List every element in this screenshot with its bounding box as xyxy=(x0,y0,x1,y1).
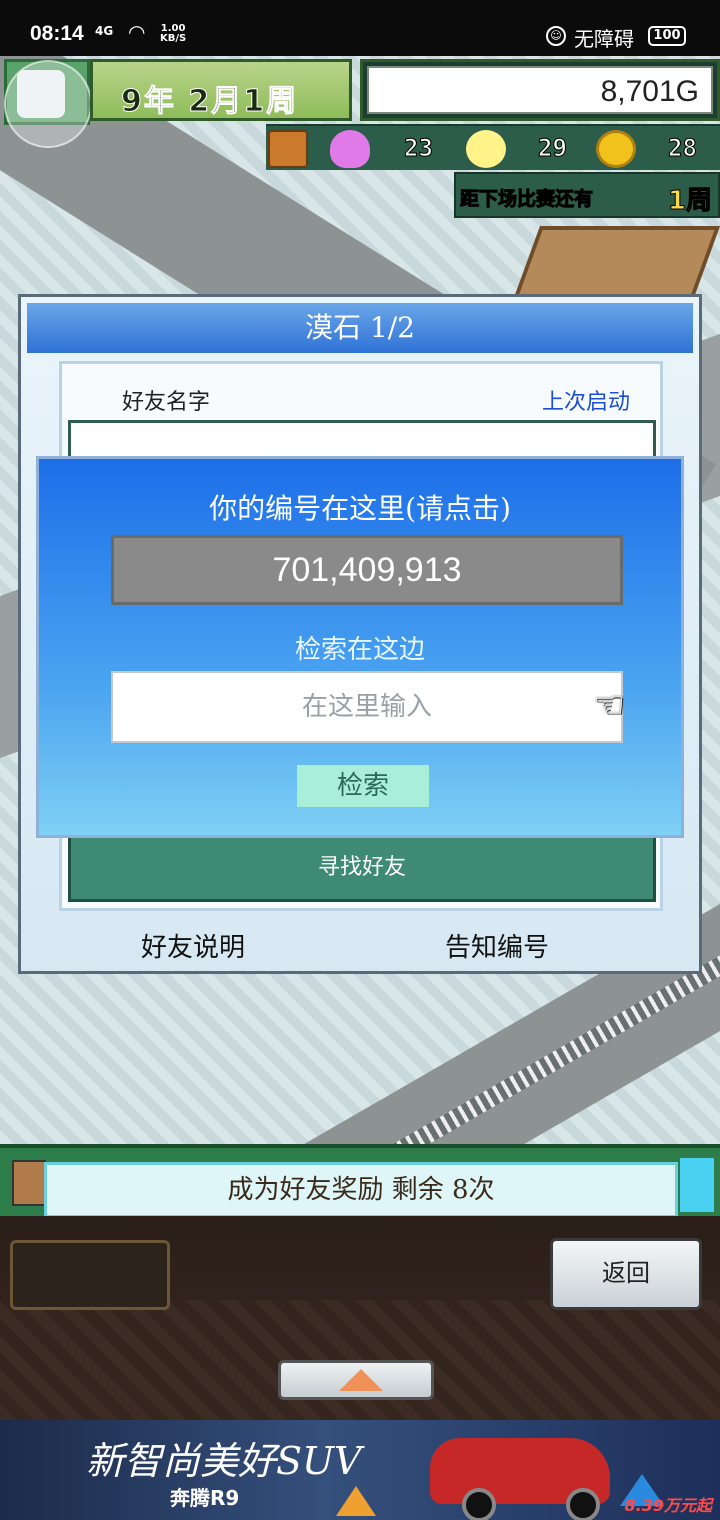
accessibility-icon: ☺ xyxy=(546,26,566,46)
search-input[interactable] xyxy=(111,671,623,743)
your-id-label: 你的编号在这里(请点击) xyxy=(209,492,511,525)
next-match-countdown: 距下场比赛还有 1周 xyxy=(454,172,720,218)
gamepad-overlay-icon[interactable] xyxy=(4,60,92,148)
your-id-button[interactable]: 701,409,913 xyxy=(111,535,623,605)
next-match-label: 距下场比赛还有 xyxy=(459,188,594,211)
expand-menu-button[interactable] xyxy=(278,1360,434,1400)
network-speed: 1.00 KB/S xyxy=(160,23,187,44)
message-text: 成为好友奖励 剩余 8次 xyxy=(44,1162,678,1218)
heart-value: 23 xyxy=(404,134,434,163)
dialog-title: 漠石 1/2 xyxy=(305,311,415,344)
status-bar: 08:14 4G ◠ 1.00 KB/S ☺ 无障碍 100 xyxy=(0,0,720,56)
clock: 08:14 xyxy=(30,22,84,45)
dialog-title-bar: 漠石 1/2 xyxy=(27,303,693,353)
empty-slot xyxy=(10,1240,170,1310)
car-wheel xyxy=(566,1488,600,1520)
car-wheel xyxy=(462,1488,496,1520)
stats-bar: 23 29 28 xyxy=(266,124,720,170)
heart-icon xyxy=(330,130,370,168)
game-date: 9年 2月1周 xyxy=(90,59,352,121)
coin-icon xyxy=(596,130,636,168)
date-label: 9年 2月1周 xyxy=(120,84,299,120)
coin-value: 28 xyxy=(668,134,698,163)
money-display: 8,701G xyxy=(360,59,720,121)
tent-icon xyxy=(336,1486,376,1516)
search-label: 检索在这边 xyxy=(294,635,425,665)
battery-indicator: 100 xyxy=(648,26,686,46)
ad-slogan: 新智尚美好SUV xyxy=(86,1439,362,1483)
friend-search-popup: 你的编号在这里(请点击) 701,409,913 检索在这边 ☜ 检索 xyxy=(36,456,684,838)
money-value: 8,701G xyxy=(367,66,713,114)
ad-banner[interactable]: 新智尚美好SUV 奔腾R9 8.39万元起 xyxy=(0,1420,720,1520)
friend-help-button[interactable]: 好友说明 xyxy=(141,927,245,964)
bottom-menu: 返回 xyxy=(0,1216,720,1420)
message-bar-edge xyxy=(680,1158,714,1212)
share-id-button[interactable]: 告知编号 xyxy=(445,927,549,964)
coach-portrait-icon xyxy=(12,1160,46,1206)
search-button[interactable]: 检索 xyxy=(297,765,429,807)
next-match-weeks: 1周 xyxy=(667,186,712,217)
ad-price: 8.39万元起 xyxy=(624,1496,712,1515)
message-bar: 成为好友奖励 剩余 8次 xyxy=(0,1144,720,1218)
treasure-chest-icon[interactable] xyxy=(268,130,308,168)
find-friends-button[interactable]: 寻找好友 xyxy=(68,834,656,902)
wifi-icon: ◠ xyxy=(128,20,146,44)
back-button[interactable]: 返回 xyxy=(550,1238,702,1310)
ad-brand: 奔腾R9 xyxy=(170,1486,240,1510)
accessibility-label: 无障碍 xyxy=(574,27,634,51)
lightbulb-value: 29 xyxy=(538,134,568,163)
network-indicator: 4G xyxy=(95,24,114,38)
column-last-launch: 上次启动 xyxy=(541,390,630,415)
lightbulb-icon xyxy=(466,130,506,168)
column-friend-name: 好友名字 xyxy=(122,390,211,415)
pointing-hand-icon: ☜ xyxy=(593,685,626,726)
arrow-up-icon xyxy=(339,1369,383,1391)
